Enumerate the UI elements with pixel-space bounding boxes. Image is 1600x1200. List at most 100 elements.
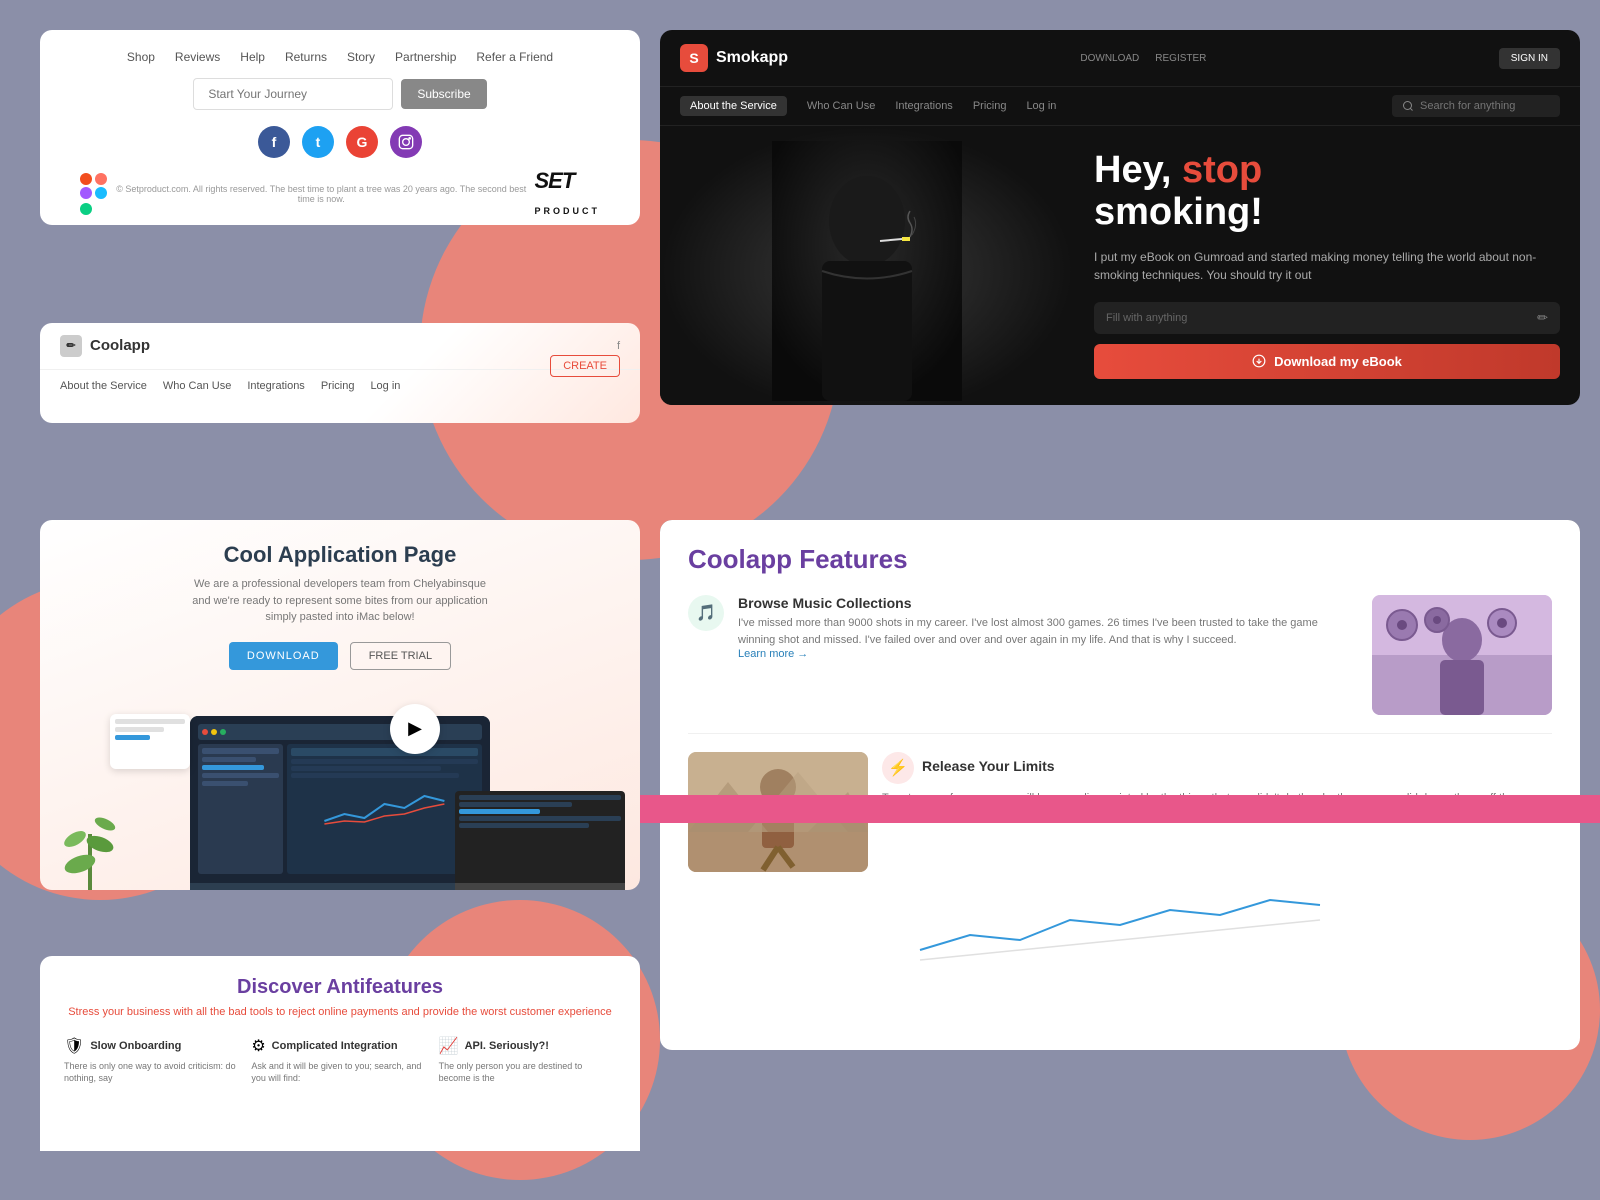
- smokapp-text-content: Hey, stopsmoking! I put my eBook on Gumr…: [1074, 126, 1580, 405]
- ui-grid: Shop Reviews Help Returns Story Partners…: [0, 0, 1600, 1200]
- search-icon: [1402, 100, 1414, 112]
- smokapp-header-links: DOWNLOAD REGISTER: [1080, 53, 1206, 64]
- nav-help[interactable]: Help: [240, 50, 265, 64]
- nav-story[interactable]: Story: [347, 50, 375, 64]
- app-page-subtitle: We are a professional developers team fr…: [190, 576, 490, 626]
- coolapp-social-link[interactable]: f: [617, 340, 620, 352]
- twitter-icon[interactable]: t: [302, 126, 334, 158]
- copyright-text: © Setproduct.com. All rights reserved. T…: [108, 184, 535, 204]
- coolapp-features-title: Coolapp Features: [688, 544, 1552, 575]
- smokapp-nav-links: About the Service Who Can Use Integratio…: [680, 96, 1056, 116]
- play-button-icon[interactable]: ▶: [390, 704, 440, 754]
- figma-logo: [80, 173, 108, 215]
- smokapp-register-link[interactable]: REGISTER: [1155, 53, 1206, 64]
- coolapp-nav-who[interactable]: Who Can Use: [163, 380, 231, 392]
- coolapp-features-card: Coolapp Features 🎵 Browse Music Collecti…: [660, 520, 1580, 1050]
- smokapp-headline: Hey, stopsmoking!: [1094, 150, 1560, 234]
- coolapp-nav-integrations[interactable]: Integrations: [247, 380, 304, 392]
- feature-music-title: Browse Music Collections: [738, 595, 1358, 611]
- app-page-title: Cool Application Page: [40, 520, 640, 568]
- feature-music-desc: I've missed more than 9000 shots in my c…: [738, 615, 1358, 648]
- antifeature-desc-2: Ask and it will be given to you; search,…: [251, 1060, 428, 1085]
- edit-icon: ✏: [1537, 310, 1548, 326]
- coolapp-logo-icon: ✏: [60, 335, 82, 357]
- laptop-illustration: [455, 791, 625, 891]
- plant-illustration: [60, 784, 110, 891]
- subscribe-input[interactable]: [193, 78, 393, 110]
- feature-music-learn-more[interactable]: Learn more →: [738, 648, 1358, 660]
- social-icons: f t G: [70, 126, 610, 158]
- smokapp-nav-login[interactable]: Log in: [1026, 100, 1056, 112]
- subscribe-card: Shop Reviews Help Returns Story Partners…: [40, 30, 640, 225]
- floating-card-1: [110, 714, 190, 769]
- smokapp-logo-icon: S: [680, 44, 708, 72]
- gear-icon: ⚙: [251, 1036, 265, 1056]
- feature-music-image: [1372, 595, 1552, 715]
- antifeatures-list: 🛡 Slow Onboarding There is only one way …: [64, 1036, 616, 1085]
- smokapp-header: S Smokapp DOWNLOAD REGISTER SIGN IN: [660, 30, 1580, 87]
- feature-music-content: Browse Music Collections I've missed mor…: [738, 595, 1358, 660]
- app-download-button[interactable]: DOWNLOAD: [229, 642, 338, 670]
- facebook-icon[interactable]: f: [258, 126, 290, 158]
- smokapp-card: S Smokapp DOWNLOAD REGISTER SIGN IN Abou…: [660, 30, 1580, 405]
- antifeature-desc-3: The only person you are destined to beco…: [439, 1060, 616, 1085]
- smokapp-fill-label: Fill with anything: [1106, 312, 1187, 324]
- monitor-screen: [190, 716, 490, 891]
- app-freetrial-button[interactable]: FREE TRIAL: [350, 642, 451, 670]
- nav-partnership[interactable]: Partnership: [395, 50, 456, 64]
- download-icon: [1252, 354, 1266, 368]
- brand-logos: © Setproduct.com. All rights reserved. T…: [70, 168, 610, 220]
- smokapp-nav-integrations[interactable]: Integrations: [895, 100, 952, 112]
- smokapp-hero-image: [660, 126, 1074, 405]
- antifeatures-title: Discover Antifeatures: [64, 976, 616, 999]
- instagram-icon[interactable]: [390, 126, 422, 158]
- smokapp-sign-in-button[interactable]: SIGN IN: [1499, 48, 1560, 69]
- smokapp-search-input[interactable]: [1420, 100, 1550, 112]
- subscribe-form: Subscribe: [70, 78, 610, 110]
- coolapp-logo: ✏ Coolapp: [60, 335, 150, 357]
- antifeature-title-3: API. Seriously?!: [465, 1040, 549, 1052]
- smokapp-search: [1392, 95, 1560, 117]
- antifeature-desc-1: There is only one way to avoid criticism…: [64, 1060, 241, 1085]
- antifeature-onboarding: 🛡 Slow Onboarding There is only one way …: [64, 1036, 241, 1085]
- app-mockup: ▶: [40, 684, 640, 891]
- smokapp-headline-red: stop: [1182, 149, 1262, 191]
- nav-returns[interactable]: Returns: [285, 50, 327, 64]
- smokapp-logo: S Smokapp: [680, 44, 788, 72]
- pink-ribbon: [640, 795, 1600, 823]
- app-page-card: Cool Application Page We are a professio…: [40, 520, 640, 890]
- coolapp-nav-login[interactable]: Log in: [370, 380, 400, 392]
- smokapp-content: Hey, stopsmoking! I put my eBook on Gumr…: [660, 126, 1580, 405]
- smokapp-description: I put my eBook on Gumroad and started ma…: [1094, 248, 1560, 284]
- coolapp-nav-pricing[interactable]: Pricing: [321, 380, 355, 392]
- chart-icon: 📈: [439, 1036, 459, 1056]
- antifeatures-card: Discover Antifeatures Stress your busine…: [40, 956, 640, 1151]
- nav-refer[interactable]: Refer a Friend: [476, 50, 553, 64]
- bottom-chart: [688, 890, 1552, 975]
- subscribe-button[interactable]: Subscribe: [401, 79, 486, 109]
- smokapp-nav-about[interactable]: About the Service: [680, 96, 787, 116]
- features-divider: [688, 733, 1552, 734]
- nav-reviews[interactable]: Reviews: [175, 50, 220, 64]
- feature-limits-title: Release Your Limits: [922, 758, 1055, 774]
- coolapp-create-button[interactable]: CREATE: [550, 355, 620, 377]
- antifeature-integration: ⚙ Complicated Integration Ask and it wil…: [251, 1036, 428, 1085]
- app-page-buttons: DOWNLOAD FREE TRIAL: [40, 642, 640, 670]
- antifeatures-subtitle: Stress your business with all the bad to…: [64, 1005, 616, 1020]
- music-icon: 🎵: [688, 595, 724, 631]
- smokapp-download-link[interactable]: DOWNLOAD: [1080, 53, 1139, 64]
- smokapp-fill-input[interactable]: Fill with anything ✏: [1094, 302, 1560, 334]
- nav-links: Shop Reviews Help Returns Story Partners…: [70, 50, 610, 64]
- smokapp-nav-pricing[interactable]: Pricing: [973, 100, 1007, 112]
- coolapp-top-card: ✏ Coolapp f About the Service Who Can Us…: [40, 323, 640, 423]
- antifeature-title-1: Slow Onboarding: [90, 1040, 181, 1052]
- feature-music: 🎵 Browse Music Collections I've missed m…: [688, 595, 1552, 715]
- antifeature-title-2: Complicated Integration: [272, 1040, 398, 1052]
- smokapp-download-button[interactable]: Download my eBook: [1094, 344, 1560, 379]
- shield-icon: 🛡: [64, 1036, 84, 1056]
- coolapp-nav-about[interactable]: About the Service: [60, 380, 147, 392]
- google-icon[interactable]: G: [346, 126, 378, 158]
- nav-shop[interactable]: Shop: [127, 50, 155, 64]
- antifeature-api: 📈 API. Seriously?! The only person you a…: [439, 1036, 616, 1085]
- smokapp-nav-who[interactable]: Who Can Use: [807, 100, 875, 112]
